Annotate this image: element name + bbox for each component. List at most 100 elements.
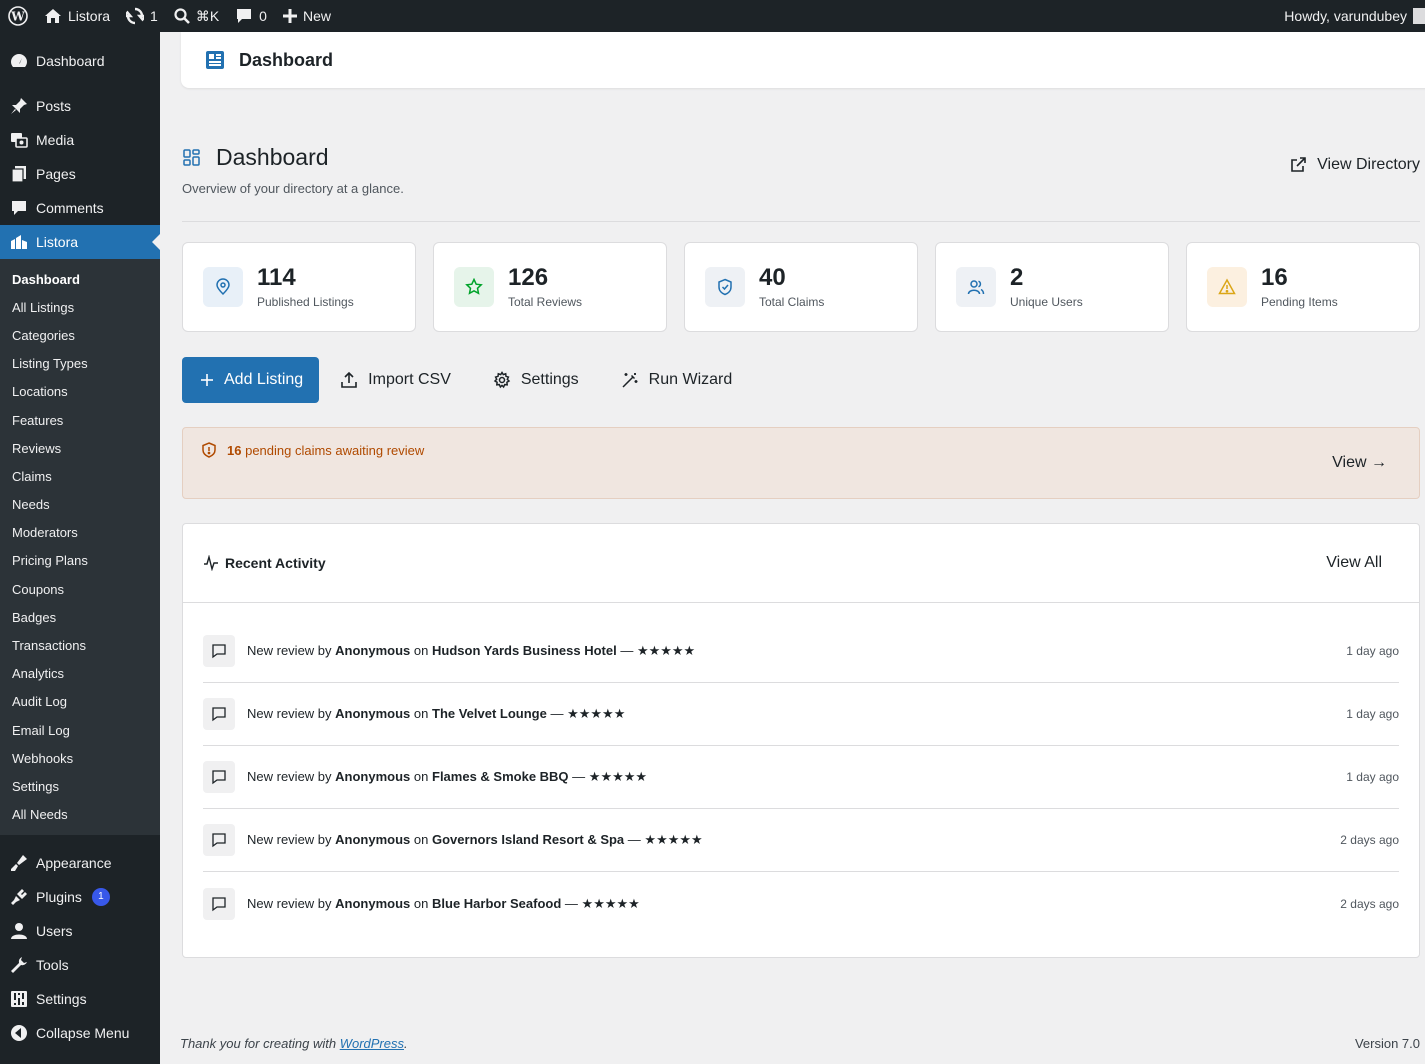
wrench-icon (10, 956, 28, 974)
submenu-item-coupons[interactable]: Coupons (0, 575, 160, 603)
settings-button[interactable]: Settings (472, 357, 600, 403)
page-title: Dashboard (216, 144, 329, 170)
wordpress-link[interactable]: WordPress (340, 1036, 404, 1051)
sidebar-item-plugins[interactable]: Plugins 1 (0, 880, 160, 914)
sidebar-item-users[interactable]: Users (0, 914, 160, 948)
footer-thanks-text: Thank you for creating with (180, 1036, 340, 1051)
activity-time: 1 day ago (1346, 770, 1399, 784)
pending-claims-notice: 16 pending claims awaiting review View → (182, 427, 1420, 499)
pending-claims-text: pending claims awaiting review (245, 442, 425, 458)
submenu-item-locations[interactable]: Locations (0, 378, 160, 406)
recent-activity-title: Recent Activity (225, 555, 326, 571)
submenu-item-all-listings[interactable]: All Listings (0, 293, 160, 321)
sidebar-item-media[interactable]: Media (0, 123, 160, 157)
activity-item[interactable]: New review by Anonymous on Governors Isl… (203, 809, 1399, 872)
add-listing-label: Add Listing (224, 371, 304, 388)
notice-view-link[interactable]: View → (1332, 454, 1387, 472)
wordpress-logo-icon[interactable]: W (0, 0, 36, 32)
submenu-item-claims[interactable]: Claims (0, 462, 160, 490)
view-all-link[interactable]: View All (1326, 554, 1382, 572)
stat-label: Total Claims (759, 295, 825, 309)
submenu-item-transactions[interactable]: Transactions (0, 631, 160, 659)
submenu-item-dashboard[interactable]: Dashboard (0, 265, 160, 293)
account-menu[interactable]: Howdy, varundubey (1284, 8, 1425, 24)
submenu-item-pricing-plans[interactable]: Pricing Plans (0, 547, 160, 575)
sidebar-item-label: Collapse Menu (36, 1024, 130, 1041)
sidebar-item-comments[interactable]: Comments (0, 191, 160, 225)
submenu-item-needs[interactable]: Needs (0, 491, 160, 519)
plugin-header-title: Dashboard (239, 49, 334, 70)
submenu-item-categories[interactable]: Categories (0, 321, 160, 349)
warning-icon (1207, 267, 1247, 307)
view-directory-link[interactable]: View Directory (1289, 156, 1420, 174)
activity-on: on (413, 706, 429, 721)
sidebar-item-tools[interactable]: Tools (0, 948, 160, 982)
activity-on: on (413, 895, 429, 911)
add-listing-button[interactable]: Add Listing (182, 357, 320, 403)
media-icon (10, 131, 28, 149)
submenu-item-settings[interactable]: Settings (0, 772, 160, 800)
submenu-item-email-log[interactable]: Email Log (0, 716, 160, 744)
submenu-item-features[interactable]: Features (0, 406, 160, 434)
search-shortcut-label: ⌘K (195, 7, 220, 24)
activity-target: The Velvet Lounge (432, 706, 547, 721)
updates-icon (126, 7, 145, 25)
activity-user: Anonymous (335, 706, 411, 721)
stat-card-total-reviews[interactable]: 126 Total Reviews (433, 242, 667, 332)
stats-row: 114 Published Listings 126 Total Reviews… (182, 242, 1420, 332)
admin-sidebar: Dashboard Posts Media Pages Comments Lis… (0, 32, 160, 1064)
comments-link[interactable]: 0 (227, 0, 275, 32)
new-content-link[interactable]: New (275, 0, 339, 32)
star-icon (454, 267, 494, 307)
site-name-link[interactable]: Listora (36, 0, 118, 32)
import-csv-button[interactable]: Import CSV (319, 357, 472, 403)
message-icon (203, 698, 235, 730)
submenu-item-moderators[interactable]: Moderators (0, 519, 160, 547)
settings-icon (10, 990, 28, 1008)
stat-label: Published Listings (257, 295, 354, 309)
sidebar-item-dashboard[interactable]: Dashboard (0, 44, 160, 78)
plus-icon (282, 9, 297, 23)
run-wizard-button[interactable]: Run Wizard (600, 357, 754, 403)
stat-card-unique-users[interactable]: 2 Unique Users (935, 242, 1169, 332)
collapse-menu-button[interactable]: Collapse Menu (0, 1016, 160, 1050)
stat-card-published-listings[interactable]: 114 Published Listings (182, 242, 416, 332)
plugin-header: Dashboard (181, 32, 1425, 88)
activity-rating: — ★★★★★ (627, 832, 703, 847)
stat-label: Unique Users (1010, 295, 1083, 309)
sidebar-item-listora[interactable]: Listora (0, 225, 160, 259)
submenu-item-reviews[interactable]: Reviews (0, 434, 160, 462)
activity-item[interactable]: New review by Anonymous on Flames & Smok… (203, 746, 1399, 809)
submenu-item-all-needs[interactable]: All Needs (0, 801, 160, 829)
sidebar-item-posts[interactable]: Posts (0, 89, 160, 123)
sidebar-item-settings[interactable]: Settings (0, 982, 160, 1016)
import-csv-label: Import CSV (368, 371, 451, 388)
submenu-item-analytics[interactable]: Analytics (0, 660, 160, 688)
stat-value: 114 (257, 264, 296, 291)
activity-item[interactable]: New review by Anonymous on The Velvet Lo… (203, 683, 1399, 746)
submenu-item-webhooks[interactable]: Webhooks (0, 744, 160, 772)
page-heading: Dashboard Overview of your directory at … (182, 144, 1420, 222)
sidebar-item-label: Media (36, 132, 75, 148)
activity-item[interactable]: New review by Anonymous on Blue Harbor S… (203, 872, 1399, 935)
sidebar-item-appearance[interactable]: Appearance (0, 846, 160, 880)
sidebar-item-label: Dashboard (36, 53, 105, 69)
submenu-item-listing-types[interactable]: Listing Types (0, 350, 160, 378)
updates-link[interactable]: 1 (118, 0, 166, 32)
activity-item[interactable]: New review by Anonymous on Hudson Yards … (203, 620, 1399, 683)
page-subtitle: Overview of your directory at a glance. (182, 181, 404, 196)
stat-card-total-claims[interactable]: 40 Total Claims (684, 242, 918, 332)
stat-card-pending-items[interactable]: 16 Pending Items (1186, 242, 1420, 332)
svg-text:W: W (10, 10, 25, 24)
search-shortcut[interactable]: ⌘K (166, 0, 227, 32)
sidebar-item-label: Posts (36, 98, 72, 114)
upload-icon (341, 371, 357, 388)
shield-icon (705, 267, 745, 307)
sidebar-item-pages[interactable]: Pages (0, 157, 160, 191)
activity-prefix: New review by (247, 643, 332, 658)
submenu-item-audit-log[interactable]: Audit Log (0, 688, 160, 716)
site-name: Listora (68, 8, 111, 24)
submenu-item-badges[interactable]: Badges (0, 603, 160, 631)
message-icon (203, 887, 235, 920)
settings-label: Settings (520, 371, 579, 388)
